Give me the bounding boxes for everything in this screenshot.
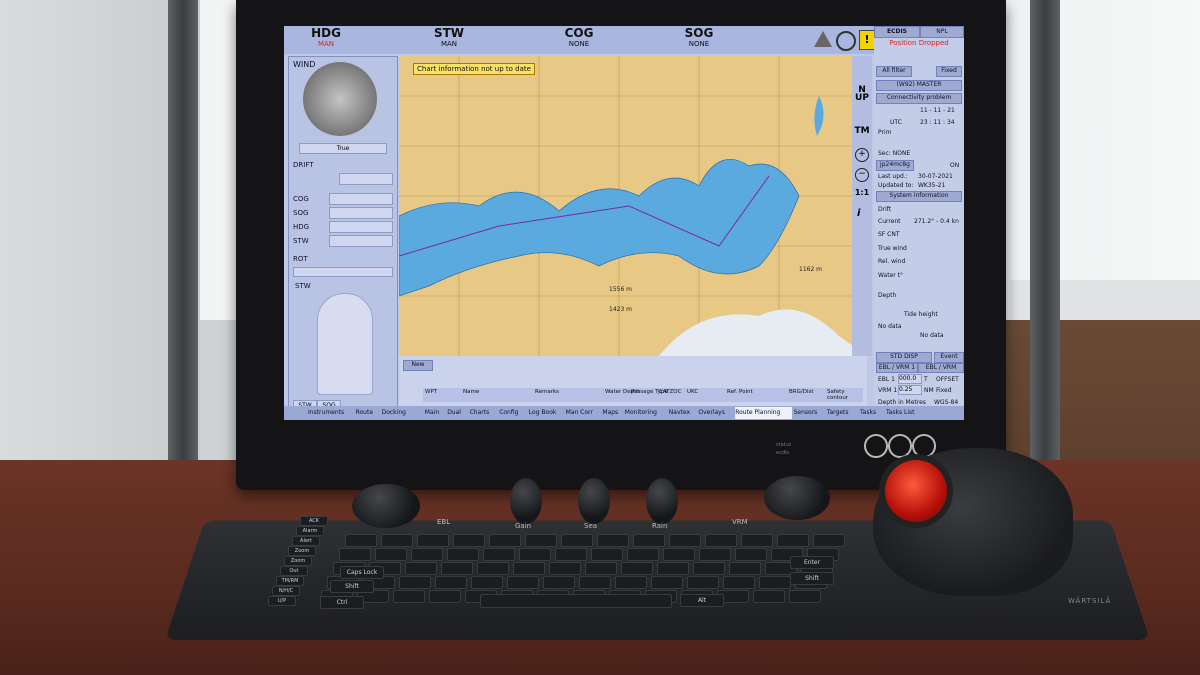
function-key[interactable]: Zoom — [288, 546, 316, 556]
modifier-key[interactable]: Shift — [330, 580, 374, 593]
keyboard-key[interactable] — [627, 548, 659, 561]
keyboard-key[interactable] — [549, 562, 581, 575]
keyboard-key[interactable] — [429, 590, 461, 603]
function-key[interactable]: Alert — [292, 536, 320, 546]
keyboard-key[interactable] — [753, 590, 785, 603]
keyboard-key[interactable] — [597, 534, 629, 547]
keyboard-key[interactable] — [561, 534, 593, 547]
keyboard-key[interactable] — [615, 576, 647, 589]
keyboard-key[interactable] — [579, 576, 611, 589]
keyboard-key[interactable] — [693, 562, 725, 575]
keyboard-key[interactable] — [393, 590, 425, 603]
keyboard-key[interactable] — [705, 534, 737, 547]
keyboard-key[interactable] — [543, 576, 575, 589]
keyboard-key[interactable] — [657, 562, 689, 575]
keyboard-key[interactable] — [447, 548, 479, 561]
modifier-key[interactable]: Alt — [680, 594, 724, 607]
keyboard-key[interactable] — [759, 576, 791, 589]
keyboard-key[interactable] — [513, 562, 545, 575]
keyboard-key[interactable] — [435, 576, 467, 589]
keyboard-key[interactable] — [345, 534, 377, 547]
keyboard-key[interactable] — [555, 548, 587, 561]
keyboard-key[interactable] — [519, 548, 551, 561]
function-key[interactable]: Out — [280, 566, 308, 576]
keyboard-key[interactable] — [471, 576, 503, 589]
keyboard-key[interactable] — [735, 548, 767, 561]
modifier-key[interactable]: Shift — [790, 572, 834, 585]
keyboard-key[interactable] — [687, 576, 719, 589]
keyboard-key[interactable] — [381, 534, 413, 547]
brand-logo: WÄRTSILÄ — [1068, 597, 1112, 605]
keyboard-key[interactable] — [621, 562, 653, 575]
trackball-ball[interactable] — [885, 460, 947, 522]
keyboard-key[interactable] — [525, 534, 557, 547]
keyboard-key[interactable] — [777, 534, 809, 547]
modifier-key[interactable]: Enter — [790, 556, 834, 569]
keyboard-key[interactable] — [483, 548, 515, 561]
keyboard-key[interactable] — [741, 534, 773, 547]
function-key[interactable]: Alarm — [296, 526, 324, 536]
keyboard-key[interactable] — [651, 576, 683, 589]
function-key[interactable]: U/P — [268, 596, 296, 606]
keyboard-key[interactable] — [417, 534, 449, 547]
keyboard-key[interactable] — [339, 548, 371, 561]
function-key[interactable]: ACK — [300, 516, 328, 526]
keyboard-key[interactable] — [411, 548, 443, 561]
keyboard-key[interactable] — [669, 534, 701, 547]
keyboard-key[interactable] — [585, 562, 617, 575]
keyboard-key[interactable] — [375, 548, 407, 561]
function-key[interactable]: N/H/C — [272, 586, 300, 596]
function-key[interactable]: Zoom — [284, 556, 312, 566]
keyboard-key[interactable] — [489, 534, 521, 547]
keyboard-key[interactable] — [663, 548, 695, 561]
keyboard-key[interactable] — [453, 534, 485, 547]
keyboard-key[interactable] — [789, 590, 821, 603]
modifier-key[interactable]: Ctrl — [320, 596, 364, 609]
modifier-key[interactable]: Caps Lock — [340, 566, 384, 579]
spacebar[interactable] — [480, 594, 672, 608]
keyboard-key[interactable] — [507, 576, 539, 589]
keyboard-key[interactable] — [723, 576, 755, 589]
keyboard-key[interactable] — [633, 534, 665, 547]
keyboard-key[interactable] — [591, 548, 623, 561]
keyboard-key[interactable] — [405, 562, 437, 575]
keyboard-key[interactable] — [729, 562, 761, 575]
keyboard-key[interactable] — [813, 534, 845, 547]
keyboard-key[interactable] — [699, 548, 731, 561]
function-key[interactable]: TM/RM — [276, 576, 304, 586]
keyboard-key[interactable] — [441, 562, 473, 575]
keyboard-key[interactable] — [477, 562, 509, 575]
keyboard-key[interactable] — [399, 576, 431, 589]
